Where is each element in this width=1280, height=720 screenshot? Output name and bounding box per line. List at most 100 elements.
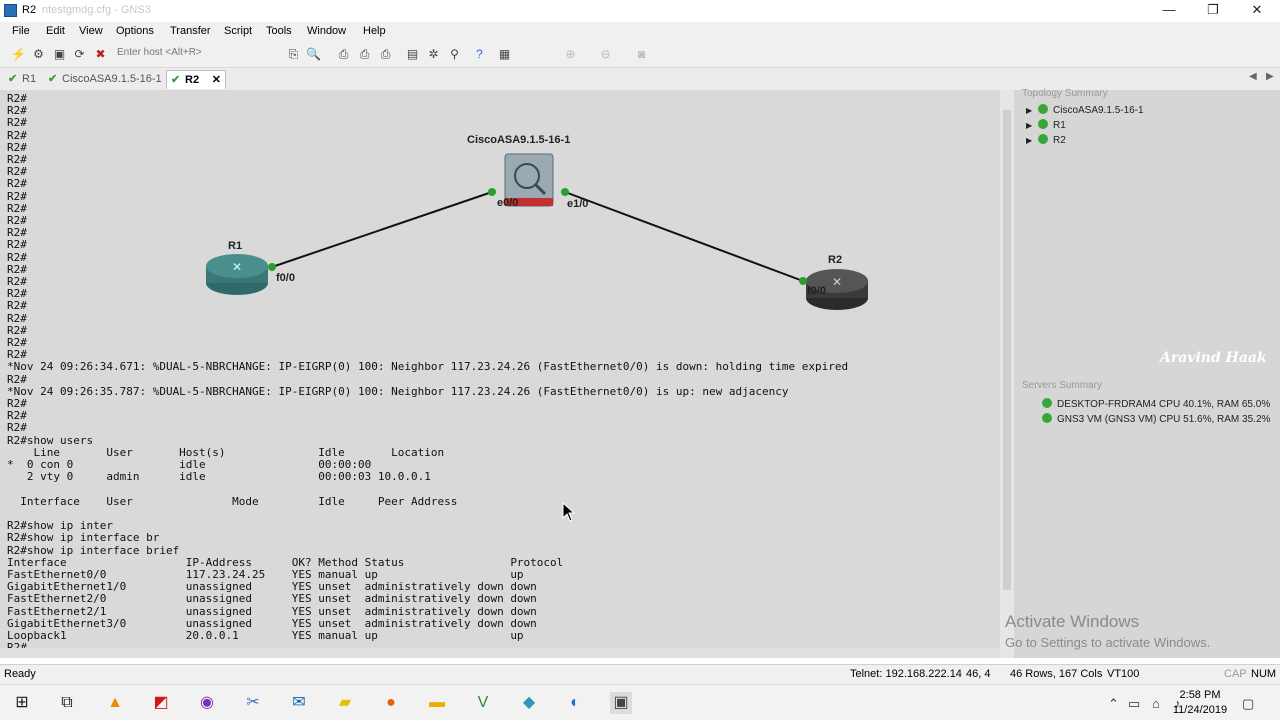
terminal-line: R2#show ip interface brief <box>7 543 180 557</box>
outlook-icon[interactable]: ✉ <box>288 692 310 714</box>
session-options-icon[interactable]: ▤ <box>404 46 421 63</box>
print-setup-icon[interactable]: ⎙ <box>356 46 373 63</box>
find-icon[interactable]: 🔍 <box>305 46 322 63</box>
expand-arrow-icon[interactable]: ▶ <box>1026 119 1038 133</box>
window-ghost-title: ntestgmdg.cfg - GNS3 <box>42 4 151 16</box>
close-tab-icon[interactable]: ✕ <box>212 71 221 89</box>
status-cursor-position: 46, 4 <box>966 668 991 680</box>
windows-start-icon[interactable]: ⊞ <box>11 692 33 714</box>
task-view-icon[interactable]: ⧉ <box>56 692 78 714</box>
help-icon[interactable]: ? <box>471 46 488 63</box>
terminal-line: R2# <box>7 153 27 167</box>
vlc-icon[interactable]: ▲ <box>104 692 126 714</box>
terminal-window[interactable]: ✕ ✕ CiscoASA9.1.5-16-1 R1 R2 e0/0 e1/0 f… <box>0 90 1000 658</box>
terminal-line: R2# <box>7 397 27 411</box>
terminal-scrollbar[interactable] <box>1000 90 1014 658</box>
snipping-tool-icon[interactable]: ✂ <box>242 692 264 714</box>
scrollbar-thumb[interactable] <box>1003 110 1011 590</box>
terminal-line: R2# <box>7 177 27 191</box>
terminal-line: R2# <box>7 128 27 142</box>
terminal-line: R2# <box>7 189 27 203</box>
tab-label: R2 <box>185 74 200 86</box>
tab-r1[interactable]: ✔ R1 <box>4 70 42 89</box>
terminal-line: R2# <box>7 287 27 301</box>
keymap-icon[interactable]: ⚲ <box>446 46 463 63</box>
menu-bar: File Edit View Options Transfer Script T… <box>0 22 1280 42</box>
server-item[interactable]: GNS3 VM (GNS3 VM) CPU 51.6%, RAM 35.2% <box>1042 413 1270 427</box>
server-item[interactable]: DESKTOP-FRDRAM4 CPU 40.1%, RAM 65.0% <box>1042 398 1270 412</box>
windows-taskbar: ⊞ ⧉ ▲ ◩ ◉ ✂ ✉ ▰ ● ▬ V ◆ ◐ ▣ ⌃ ▭ ⌂ ♪ 2:58… <box>0 684 1280 720</box>
horizontal-scrollbar[interactable] <box>0 648 1000 658</box>
mouse-cursor-icon <box>562 502 576 522</box>
zoom-out-icon[interactable]: ⊖ <box>597 46 614 63</box>
system-clock[interactable]: 2:58 PM 11/24/2019 <box>1170 688 1230 718</box>
window-title: R2 <box>22 4 37 16</box>
camera-icon[interactable]: ◙ <box>633 46 650 63</box>
veeam-icon[interactable]: V <box>472 692 494 714</box>
status-size: 46 Rows, 167 Cols <box>1010 668 1103 680</box>
battery-icon[interactable]: ▭ <box>1128 696 1140 712</box>
activate-windows-subtitle: Go to Settings to activate Windows. <box>1005 635 1211 650</box>
status-num: NUM <box>1251 668 1277 680</box>
acrobat-icon[interactable]: ◩ <box>150 692 172 714</box>
tab-scroll-right-icon[interactable]: ▶ <box>1266 71 1274 82</box>
disconnect-icon[interactable]: ✖ <box>92 46 109 63</box>
minimize-button[interactable]: — <box>1146 0 1192 21</box>
menu-file[interactable]: File <box>12 25 30 37</box>
global-options-icon[interactable]: ✲ <box>425 46 442 63</box>
menu-script[interactable]: Script <box>224 25 252 37</box>
reconnect-icon[interactable]: ⟳ <box>71 46 88 63</box>
status-dot-icon <box>1038 119 1048 129</box>
screenshot-icon[interactable]: ▦ <box>496 46 513 63</box>
status-connection: Telnet: 192.168.222.14 <box>850 668 962 680</box>
network-icon[interactable]: ⌂ <box>1152 696 1160 711</box>
menu-edit[interactable]: Edit <box>46 25 65 37</box>
terminal-line: R2#show ip interface br <box>7 531 160 545</box>
connect-icon[interactable]: ⚡ <box>10 46 27 63</box>
print-selection-icon[interactable]: ⎙ <box>377 46 394 63</box>
tab-r2[interactable]: ✔ R2 ✕ <box>166 70 226 89</box>
zoom-in-icon[interactable]: ⊕ <box>562 46 579 63</box>
connected-check-icon: ✔ <box>48 73 58 85</box>
tab-ciscoasa[interactable]: ✔ CiscoASA9.1.5-16-1 <box>44 70 164 89</box>
file-explorer-icon[interactable]: ▬ <box>426 692 448 714</box>
gns3-side-panel: Topology Summary ▶ CiscoASA9.1.5-16-1 ▶ R1… <box>1014 88 1280 658</box>
menu-help[interactable]: Help <box>363 25 386 37</box>
status-emulation: VT100 <box>1107 668 1140 680</box>
show-hidden-icons-icon[interactable]: ⌃ <box>1108 696 1119 712</box>
restore-button[interactable]: ❐ <box>1190 0 1236 21</box>
connect-tab-icon[interactable]: ▣ <box>51 46 68 63</box>
terminal-line: R2# <box>7 238 27 252</box>
topology-item[interactable]: ▶ CiscoASA9.1.5-16-1 <box>1026 104 1144 118</box>
topology-item[interactable]: ▶ R1 <box>1026 119 1066 133</box>
print-icon[interactable]: ⎙ <box>335 46 352 63</box>
terminal-line: R2# <box>7 299 27 313</box>
menu-window[interactable]: Window <box>307 25 346 37</box>
topology-item[interactable]: ▶ R2 <box>1026 134 1066 148</box>
notification-center-icon[interactable]: ▢ <box>1242 696 1254 712</box>
clock-date: 11/24/2019 <box>1172 704 1228 716</box>
media-player-icon[interactable]: ◉ <box>196 692 218 714</box>
menu-options[interactable]: Options <box>116 25 154 37</box>
host-input[interactable]: Enter host <Alt+R> <box>117 47 202 58</box>
sticky-notes-icon[interactable]: ▰ <box>334 692 356 714</box>
menu-transfer[interactable]: Transfer <box>170 25 211 37</box>
securecrt-taskbar-icon[interactable]: ▣ <box>610 692 632 714</box>
copy-icon[interactable]: ⎘ <box>285 46 302 63</box>
firefox-icon[interactable]: ● <box>380 692 402 714</box>
status-dot-icon <box>1042 398 1052 408</box>
gns3-icon[interactable]: ◐ <box>564 692 586 714</box>
toolbar: ⚡ ⚙ ▣ ⟳ ✖ Enter host <Alt+R> ⎘ 🔍 ⎙ ⎙ ⎙ ▤… <box>0 42 1280 68</box>
menu-view[interactable]: View <box>79 25 103 37</box>
servers-summary-title: Servers Summary <box>1022 380 1103 391</box>
close-window-button[interactable]: ✕ <box>1234 0 1280 21</box>
terminal-line: R2# <box>7 323 27 337</box>
app-icon[interactable]: ◆ <box>518 692 540 714</box>
menu-tools[interactable]: Tools <box>266 25 292 37</box>
securecrt-app-icon <box>4 4 17 17</box>
expand-arrow-icon[interactable]: ▶ <box>1026 104 1038 118</box>
tab-scroll-left-icon[interactable]: ◀ <box>1249 71 1257 82</box>
quick-connect-icon[interactable]: ⚙ <box>30 46 47 63</box>
expand-arrow-icon[interactable]: ▶ <box>1026 134 1038 148</box>
